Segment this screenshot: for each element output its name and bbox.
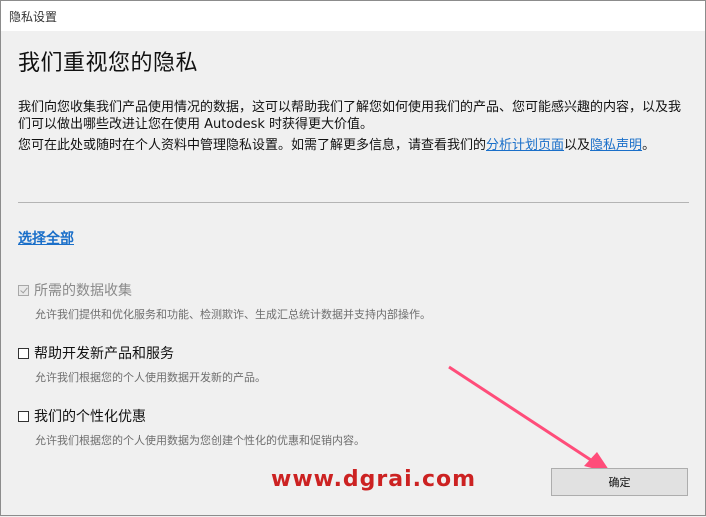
option-required-data: 所需的数据收集 允许我们提供和优化服务和功能、检测欺诈、生成汇总统计数据并支持内… (18, 280, 431, 322)
option-personalized-offers: 我们的个性化优惠 允许我们根据您的个人使用数据为您创建个性化的优惠和促销内容。 (18, 406, 365, 448)
personalized-offers-checkbox[interactable] (18, 410, 29, 422)
manage-text: 您可在此处或随时在个人资料中管理隐私设置。如需了解更多信息，请查看我们的 (18, 138, 487, 153)
privacy-settings-dialog: 隐私设置 我们重视您的隐私 我们向您收集我们产品使用情况的数据，这可以帮助我们了… (0, 0, 706, 516)
option-new-products: 帮助开发新产品和服务 允许我们根据您的个人使用数据开发新的产品。 (18, 343, 266, 385)
required-data-label: 所需的数据收集 (34, 283, 132, 299)
title-bar: 隐私设置 (1, 1, 705, 31)
new-products-description: 允许我们根据您的个人使用数据开发新的产品。 (35, 371, 266, 384)
required-data-description: 允许我们提供和优化服务和功能、检测欺诈、生成汇总统计数据并支持内部操作。 (35, 308, 431, 321)
new-products-label[interactable]: 帮助开发新产品和服务 (34, 343, 174, 363)
analytics-plan-link[interactable]: 分析计划页面 (486, 138, 564, 153)
window-title: 隐私设置 (9, 10, 58, 24)
privacy-statement-link[interactable]: 隐私声明 (590, 138, 642, 153)
select-all-link[interactable]: 选择全部 (18, 228, 74, 248)
and-text: 以及 (564, 138, 591, 153)
watermark-text: www.dgrai.com (271, 467, 477, 492)
personalized-offers-description: 允许我们根据您的个人使用数据为您创建个性化的优惠和促销内容。 (35, 434, 365, 447)
new-products-checkbox[interactable] (18, 347, 29, 359)
page-title: 我们重视您的隐私 (18, 51, 199, 76)
required-data-checkbox (18, 284, 29, 296)
intro-paragraph: 我们向您收集我们产品使用情况的数据，这可以帮助我们了解您如何使用我们的产品、您可… (18, 100, 682, 132)
manage-paragraph: 您可在此处或随时在个人资料中管理隐私设置。如需了解更多信息，请查看我们的分析计划… (18, 137, 693, 154)
divider (18, 202, 689, 203)
arrow-shaft (448, 365, 598, 466)
personalized-offers-label[interactable]: 我们的个性化优惠 (34, 406, 146, 426)
ok-button[interactable]: 确定 (551, 468, 688, 496)
period-text: 。 (642, 138, 656, 153)
